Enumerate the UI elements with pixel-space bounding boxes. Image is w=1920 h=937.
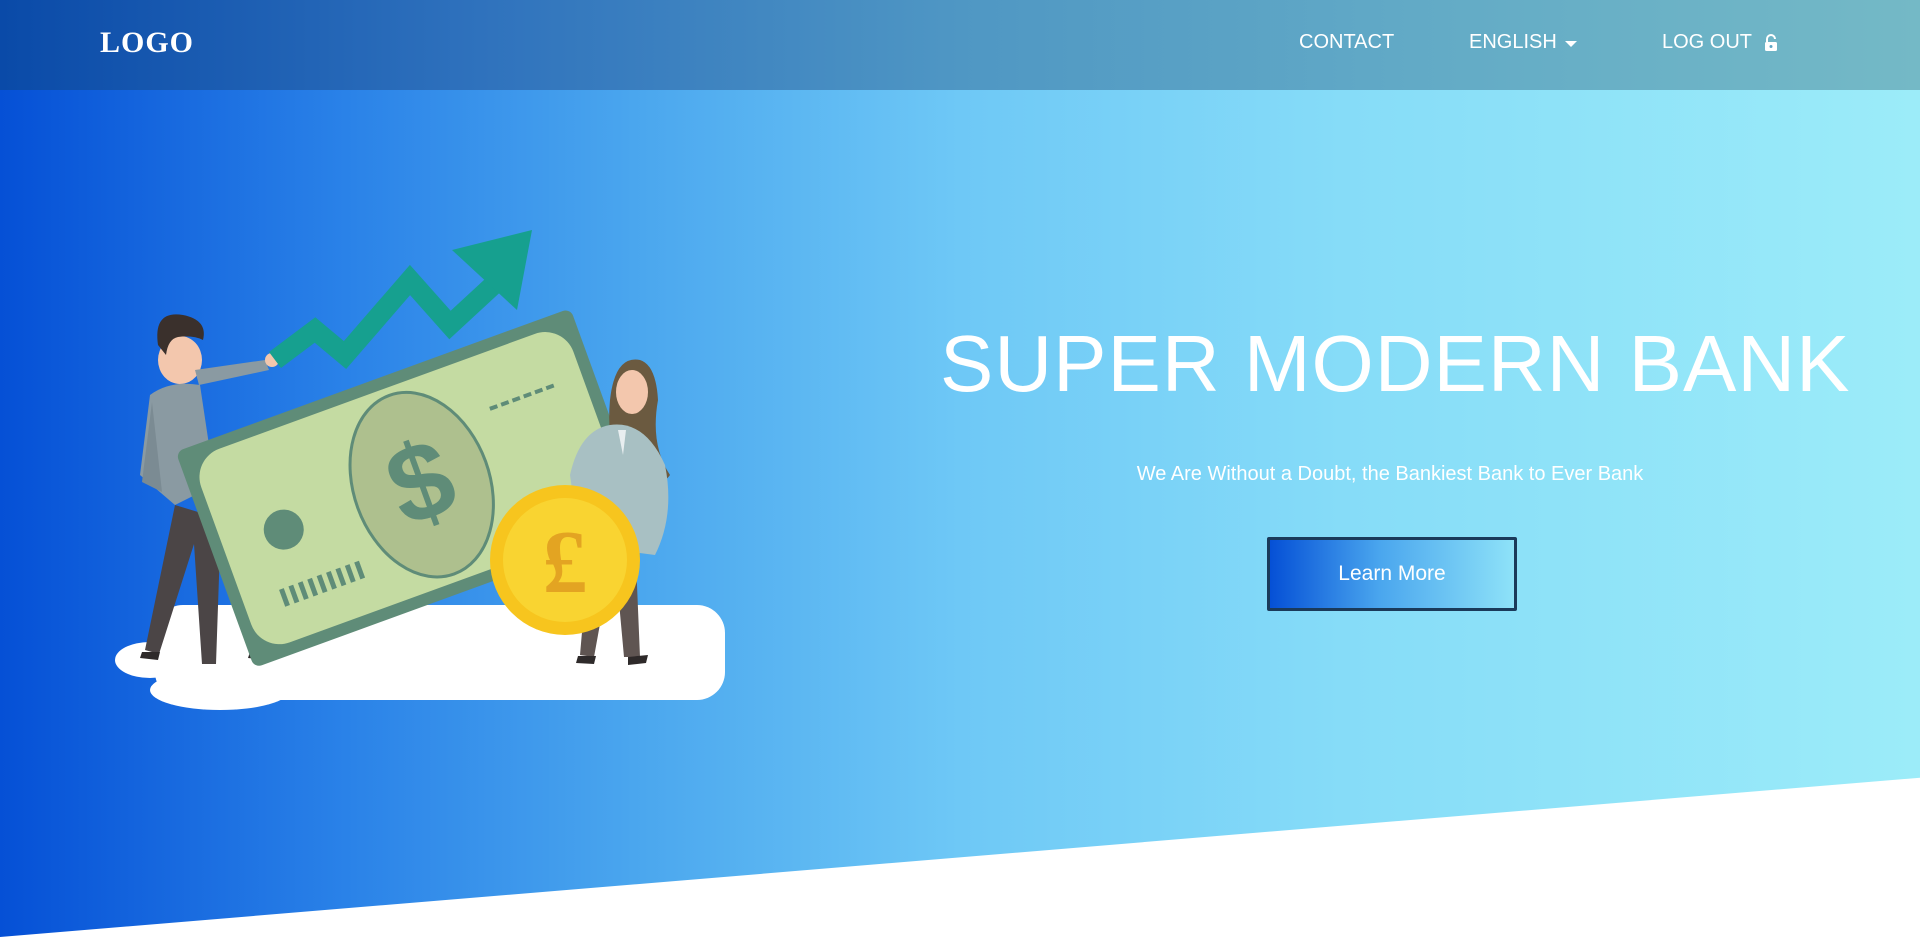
learn-more-label: Learn More	[1338, 562, 1446, 585]
top-navbar: LOGO CONTACT ENGLISH LOG OUT	[0, 0, 1920, 90]
hero-title: SUPER MODERN BANK	[940, 319, 1851, 408]
logout-link[interactable]: LOG OUT	[1662, 31, 1778, 54]
caret-down-icon	[1564, 40, 1577, 47]
hero-subtitle: We Are Without a Doubt, the Bankiest Ban…	[1136, 463, 1644, 485]
nav-contact-label: CONTACT	[1299, 31, 1395, 53]
pound-symbol: £	[543, 513, 588, 612]
logout-label: LOG OUT	[1662, 31, 1753, 53]
pound-coin-graphic: £	[490, 485, 640, 635]
logo[interactable]: LOGO	[100, 26, 194, 60]
unlock-icon	[1764, 33, 1778, 52]
language-label: ENGLISH	[1469, 31, 1557, 53]
nav-contact-link[interactable]: CONTACT	[1299, 31, 1394, 54]
learn-more-button[interactable]: Learn More	[1267, 537, 1517, 611]
hero-illustration: $ £	[100, 220, 740, 720]
language-dropdown[interactable]: ENGLISH	[1469, 31, 1577, 54]
